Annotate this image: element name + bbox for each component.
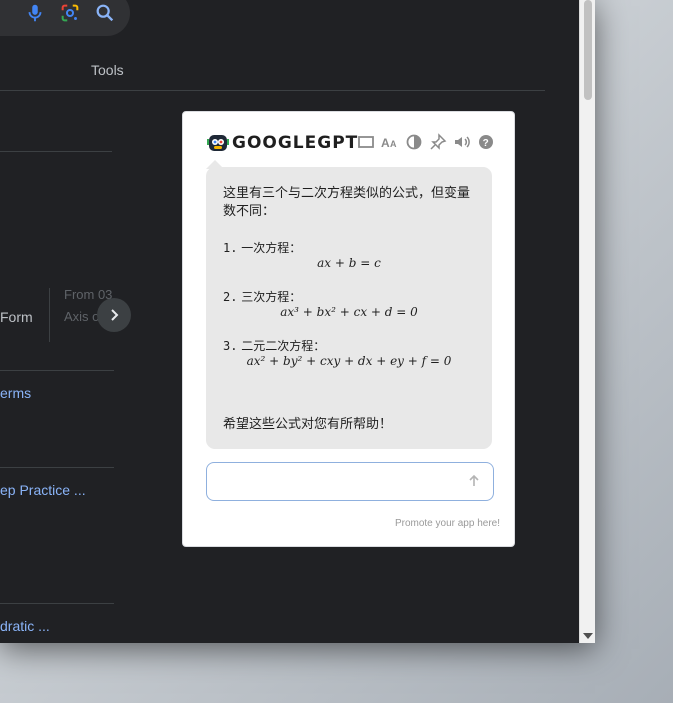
browser-window: Tools Form From 03 Axis o erms ep Practi…	[0, 0, 595, 643]
item-label: 三次方程：	[241, 290, 302, 304]
item-number: 3.	[223, 339, 238, 353]
contrast-icon[interactable]	[405, 133, 423, 151]
googlegpt-logo-icon	[207, 135, 229, 151]
tools-button[interactable]: Tools	[91, 62, 124, 78]
item-number: 2.	[223, 290, 238, 304]
result-link[interactable]: erms	[0, 385, 31, 401]
result-link[interactable]: dratic ...	[0, 618, 50, 634]
formula-item: 2. 三次方程： ax³ + bx² + cx + d = 0	[223, 288, 475, 337]
answer-bubble: 这里有三个与二次方程类似的公式，但变量数不同： 1. 一次方程： ax + b …	[206, 167, 492, 449]
item-number: 1.	[223, 241, 238, 255]
item-label: 二元二次方程：	[241, 339, 326, 353]
formula-item: 1. 一次方程： ax + b = c	[223, 239, 475, 288]
promo-link[interactable]: Promote your app here!	[395, 518, 500, 529]
window-icon[interactable]	[357, 133, 375, 151]
search-bar[interactable]	[0, 0, 130, 36]
scroll-down-arrow-icon[interactable]	[583, 633, 593, 639]
microphone-icon[interactable]	[24, 2, 46, 24]
search-icon[interactable]	[94, 2, 116, 24]
svg-text:?: ?	[483, 138, 489, 149]
section-divider	[0, 151, 112, 152]
card-divider	[49, 288, 50, 342]
sound-icon[interactable]	[453, 133, 471, 151]
prompt-input[interactable]	[206, 462, 494, 501]
panel-header: GOOGLEGPT A A ?	[207, 132, 497, 154]
carousel-next-button[interactable]	[97, 298, 131, 332]
pin-icon[interactable]	[429, 133, 447, 151]
send-arrow-icon[interactable]	[467, 474, 481, 488]
formula-list: 1. 一次方程： ax + b = c 2. 三次方程： ax³ + bx² +…	[223, 239, 475, 386]
result-divider	[0, 603, 114, 604]
answer-outro: 希望这些公式对您有所帮助！	[223, 417, 393, 432]
result-link[interactable]: ep Practice ...	[0, 482, 86, 498]
formula: ax + b = c	[317, 256, 381, 270]
logo-text: GOOGLEGPT	[232, 133, 359, 153]
formula: ax² + by² + cxy + dx + ey + f = 0	[246, 354, 452, 368]
chevron-right-icon	[111, 309, 119, 321]
item-label: 一次方程：	[241, 241, 302, 255]
svg-text:A: A	[390, 139, 397, 149]
help-icon[interactable]: ?	[477, 133, 495, 151]
toolbar-divider	[0, 90, 545, 91]
font-size-icon[interactable]: A A	[381, 133, 399, 151]
result-divider	[0, 467, 114, 468]
formula: ax³ + bx² + cx + d = 0	[280, 305, 418, 319]
answer-intro: 这里有三个与二次方程类似的公式，但变量数不同：	[223, 186, 471, 219]
card-subtitle-bottom: Axis o	[64, 309, 100, 324]
result-divider	[0, 370, 114, 371]
page-scrollbar[interactable]	[579, 0, 595, 643]
formula-item: 3. 二元二次方程： ax² + by² + cxy + dx + ey + f…	[223, 337, 475, 386]
svg-text:A: A	[381, 136, 390, 150]
google-lens-icon[interactable]	[59, 2, 81, 24]
googlegpt-panel: GOOGLEGPT A A ? 这里有三个与二次方程类似的公式，但变量数不同： …	[182, 111, 515, 547]
scrollbar-thumb[interactable]	[584, 0, 592, 100]
card-label[interactable]: Form	[0, 309, 33, 325]
